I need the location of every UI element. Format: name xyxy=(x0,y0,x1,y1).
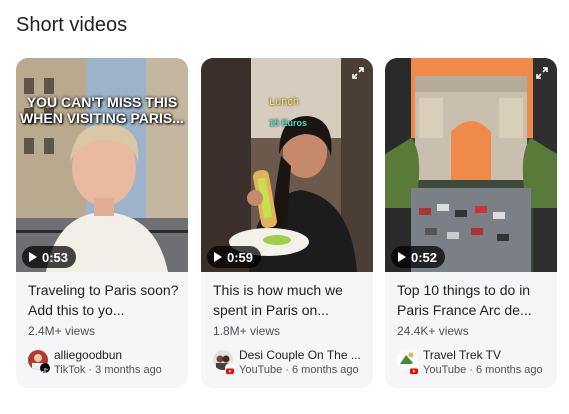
duration-text: 0:52 xyxy=(411,249,438,265)
video-card[interactable]: Lunch 15 Euros 0:59 This is how much we … xyxy=(201,58,373,388)
channel-meta: YouTube · 6 months ago xyxy=(239,364,359,376)
thumbnail-overlay-text: YOU CAN'T MISS THIS WHEN VISITING PARIS.… xyxy=(20,94,184,126)
thumbnail-handle-text: @alliegoodbun xyxy=(86,259,127,265)
duration-badge: 0:59 xyxy=(207,246,262,268)
play-icon xyxy=(214,252,222,262)
video-thumbnail[interactable]: 0:52 xyxy=(385,58,557,272)
play-icon xyxy=(29,252,37,262)
expand-icon[interactable] xyxy=(351,66,365,80)
youtube-icon xyxy=(225,363,235,374)
duration-badge: 0:53 xyxy=(22,246,77,268)
duration-text: 0:59 xyxy=(227,249,254,265)
expand-icon[interactable] xyxy=(535,66,549,80)
thumbnail-overlay-lunch: Lunch xyxy=(269,96,299,108)
play-icon xyxy=(398,252,406,262)
video-thumbnail[interactable]: Lunch 15 Euros 0:59 xyxy=(201,58,373,272)
channel-row: Travel Trek TV YouTube · 6 months ago xyxy=(397,348,553,380)
duration-text: 0:53 xyxy=(42,249,69,265)
channel-meta: YouTube · 6 months ago xyxy=(423,364,543,376)
video-card[interactable]: 0:52 Top 10 things to do in Paris France… xyxy=(385,58,557,388)
youtube-icon xyxy=(409,363,419,374)
video-title[interactable]: Traveling to Paris soon? Add this to yo.… xyxy=(28,280,180,320)
view-count: 24.4K+ views xyxy=(397,324,469,338)
channel-name[interactable]: Travel Trek TV xyxy=(423,348,553,362)
video-card[interactable]: YOU CAN'T MISS THIS WHEN VISITING PARIS.… xyxy=(16,58,188,388)
channel-name[interactable]: alliegoodbun xyxy=(54,348,184,362)
channel-row: Desi Couple On The ... YouTube · 6 month… xyxy=(213,348,369,380)
tiktok-icon xyxy=(40,363,50,376)
view-count: 2.4M+ views xyxy=(28,324,96,338)
video-thumbnail[interactable]: YOU CAN'T MISS THIS WHEN VISITING PARIS.… xyxy=(16,58,188,272)
section-title: Short videos xyxy=(16,14,128,36)
thumbnail-overlay-price: 15 Euros xyxy=(269,118,308,128)
channel-meta: TikTok · 3 months ago xyxy=(54,364,162,376)
short-videos-carousel: YOU CAN'T MISS THIS WHEN VISITING PARIS.… xyxy=(16,58,560,388)
video-title[interactable]: Top 10 things to do in Paris France Arc … xyxy=(397,280,549,320)
video-title[interactable]: This is how much we spent in Paris on... xyxy=(213,280,365,320)
view-count: 1.8M+ views xyxy=(213,324,281,338)
duration-badge: 0:52 xyxy=(391,246,446,268)
channel-name[interactable]: Desi Couple On The ... xyxy=(239,348,369,362)
channel-row: alliegoodbun TikTok · 3 months ago xyxy=(28,348,184,380)
